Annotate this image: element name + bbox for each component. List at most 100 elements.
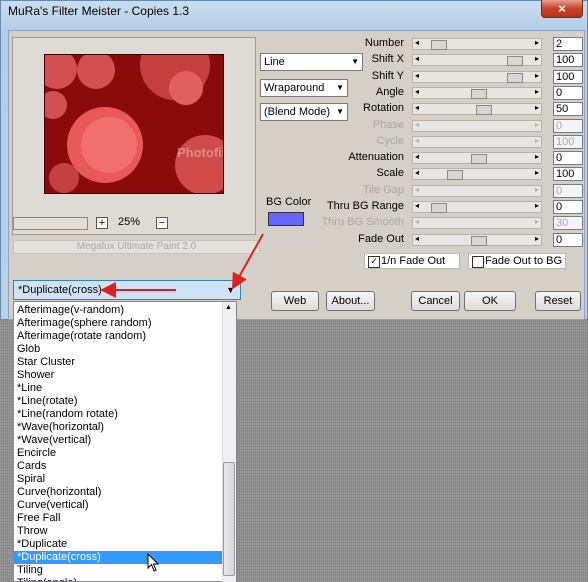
close-button[interactable]: × bbox=[541, 0, 583, 18]
param-label: Scale bbox=[376, 167, 404, 179]
slider-thumb[interactable] bbox=[431, 203, 447, 213]
arrow-left-icon[interactable]: ◂ bbox=[415, 201, 419, 210]
list-item[interactable]: *Line bbox=[17, 382, 42, 395]
list-item[interactable]: Star Cluster bbox=[17, 356, 75, 369]
param-label: Thru BG Smooth bbox=[321, 216, 404, 228]
arrow-right-icon[interactable]: ▸ bbox=[535, 38, 539, 47]
list-item[interactable]: Curve(vertical) bbox=[17, 499, 89, 512]
list-item[interactable]: Throw bbox=[17, 525, 48, 538]
arrow-right-icon[interactable]: ▸ bbox=[535, 87, 539, 96]
list-item[interactable]: Tiling bbox=[17, 564, 43, 577]
param-slider[interactable]: ◂ ▸ bbox=[412, 168, 542, 180]
slider-thumb[interactable] bbox=[471, 89, 487, 99]
param-label: Shift X bbox=[371, 53, 404, 65]
arrow-right-icon[interactable]: ▸ bbox=[535, 185, 539, 194]
list-item[interactable]: Glob bbox=[17, 343, 40, 356]
param-slider[interactable]: ◂ ▸ bbox=[412, 234, 542, 246]
arrow-left-icon[interactable]: ◂ bbox=[415, 120, 419, 129]
list-item[interactable]: *Line(rotate) bbox=[17, 395, 78, 408]
list-item[interactable]: Tiling(angle) bbox=[17, 577, 77, 581]
list-item[interactable]: Spiral bbox=[17, 473, 45, 486]
arrow-right-icon[interactable]: ▸ bbox=[535, 71, 539, 80]
param-slider[interactable]: ◂ ▸ bbox=[412, 54, 542, 66]
param-value-field[interactable]: 0 bbox=[553, 200, 583, 214]
preset-list-scroll-thumb[interactable] bbox=[223, 462, 235, 576]
arrow-left-icon[interactable]: ◂ bbox=[415, 168, 419, 177]
cancel-button[interactable]: Cancel bbox=[411, 291, 460, 311]
slider-thumb[interactable] bbox=[471, 236, 487, 246]
arrow-left-icon[interactable]: ◂ bbox=[415, 234, 419, 243]
zoom-in-button[interactable]: + bbox=[96, 217, 108, 229]
param-slider[interactable]: ◂ ▸ bbox=[412, 201, 542, 213]
arrow-left-icon[interactable]: ◂ bbox=[415, 152, 419, 161]
web-button[interactable]: Web bbox=[271, 291, 319, 311]
list-item[interactable]: *Line(random rotate) bbox=[17, 408, 118, 421]
arrow-right-icon[interactable]: ▸ bbox=[535, 217, 539, 226]
arrow-right-icon[interactable]: ▸ bbox=[535, 234, 539, 243]
slider-thumb[interactable] bbox=[507, 73, 523, 83]
arrow-left-icon[interactable]: ◂ bbox=[415, 87, 419, 96]
list-item[interactable]: *Wave(vertical) bbox=[17, 434, 91, 447]
param-label: Thru BG Range bbox=[326, 200, 404, 212]
arrow-left-icon[interactable]: ◂ bbox=[415, 71, 419, 80]
reset-button[interactable]: Reset bbox=[535, 291, 581, 311]
slider-thumb[interactable] bbox=[471, 154, 487, 164]
one-n-fade-out-checkbox[interactable]: ✓ 1/n Fade Out bbox=[364, 253, 460, 269]
param-value-field[interactable]: 0 bbox=[553, 151, 583, 165]
slider-thumb[interactable] bbox=[447, 170, 463, 180]
preset-dropdown[interactable]: *Duplicate(cross) ▼ bbox=[13, 280, 241, 300]
arrow-right-icon[interactable]: ▸ bbox=[535, 103, 539, 112]
param-value-field[interactable]: 100 bbox=[553, 53, 583, 67]
param-value-field[interactable]: 0 bbox=[553, 233, 583, 247]
list-item[interactable]: *Duplicate bbox=[17, 538, 67, 551]
list-item[interactable]: Afterimage(v-random) bbox=[17, 304, 124, 317]
preview-canvas[interactable]: PhotofiltreGraphic bbox=[44, 54, 224, 194]
param-label: Cycle bbox=[376, 135, 404, 147]
list-item[interactable]: Afterimage(rotate random) bbox=[17, 330, 146, 343]
arrow-right-icon[interactable]: ▸ bbox=[535, 54, 539, 63]
slider-thumb[interactable] bbox=[476, 105, 492, 115]
list-item[interactable]: Cards bbox=[17, 460, 46, 473]
param-slider[interactable]: ◂ ▸ bbox=[412, 38, 542, 50]
arrow-right-icon[interactable]: ▸ bbox=[535, 120, 539, 129]
param-slider[interactable]: ◂ ▸ bbox=[412, 87, 542, 99]
arrow-left-icon[interactable]: ◂ bbox=[415, 103, 419, 112]
scroll-up-icon[interactable]: ▲ bbox=[225, 304, 232, 311]
arrow-left-icon[interactable]: ◂ bbox=[415, 54, 419, 63]
param-value-field[interactable]: 2 bbox=[553, 37, 583, 51]
preset-list[interactable]: Afterimage(v-random) Afterimage(sphere ra… bbox=[13, 301, 237, 582]
list-item[interactable]: *Duplicate(cross) bbox=[14, 551, 223, 564]
about-button[interactable]: About... bbox=[326, 291, 375, 311]
preview-caption: Megalux Ultimate Paint 2.0 bbox=[13, 240, 260, 254]
param-slider[interactable]: ◂ ▸ bbox=[412, 103, 542, 115]
param-value-field: 30 bbox=[553, 216, 583, 230]
param-label: Shift Y bbox=[371, 70, 404, 82]
param-value-field[interactable]: 100 bbox=[553, 167, 583, 181]
list-item[interactable]: Shower bbox=[17, 369, 54, 382]
arrow-left-icon[interactable]: ◂ bbox=[415, 38, 419, 47]
param-slider[interactable]: ◂ ▸ bbox=[412, 71, 542, 83]
param-slider[interactable]: ◂ ▸ bbox=[412, 152, 542, 164]
arrow-right-icon[interactable]: ▸ bbox=[535, 152, 539, 161]
arrow-left-icon[interactable]: ◂ bbox=[415, 217, 419, 226]
param-value-field[interactable]: 50 bbox=[553, 102, 583, 116]
arrow-left-icon[interactable]: ◂ bbox=[415, 136, 419, 145]
arrow-right-icon[interactable]: ▸ bbox=[535, 136, 539, 145]
slider-thumb[interactable] bbox=[507, 56, 523, 66]
param-value-field[interactable]: 100 bbox=[553, 70, 583, 84]
arrow-right-icon[interactable]: ▸ bbox=[535, 168, 539, 177]
arrow-left-icon[interactable]: ◂ bbox=[415, 185, 419, 194]
preview-circle bbox=[45, 91, 67, 119]
ok-button[interactable]: OK bbox=[464, 291, 516, 311]
list-item[interactable]: *Wave(horizontal) bbox=[17, 421, 104, 434]
zoom-out-button[interactable]: − bbox=[156, 217, 168, 229]
fade-out-to-bg-checkbox[interactable]: Fade Out to BG bbox=[468, 253, 566, 269]
list-item[interactable]: Afterimage(sphere random) bbox=[17, 317, 152, 330]
preview-scrollbar[interactable] bbox=[13, 217, 88, 230]
list-item[interactable]: Free Fall bbox=[17, 512, 60, 525]
arrow-right-icon[interactable]: ▸ bbox=[535, 201, 539, 210]
slider-thumb[interactable] bbox=[431, 40, 447, 50]
param-value-field[interactable]: 0 bbox=[553, 86, 583, 100]
list-item[interactable]: Curve(horizontal) bbox=[17, 486, 101, 499]
list-item[interactable]: Encircle bbox=[17, 447, 56, 460]
